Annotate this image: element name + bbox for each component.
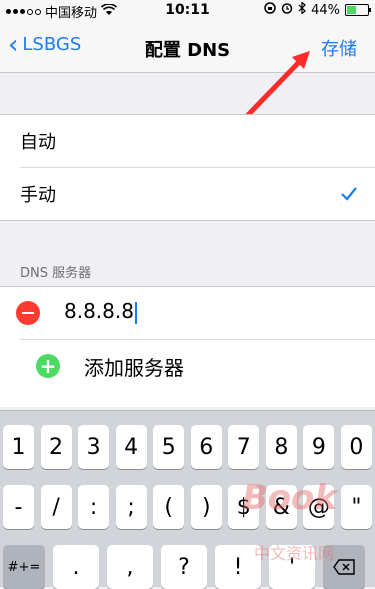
keyboard-key[interactable]: 0 [340,425,372,469]
keyboard-key[interactable]: 3 [78,425,110,469]
watermark-logo: Book [238,478,341,518]
add-server-label: 添加服务器 [84,356,184,380]
status-right: 44% [264,1,371,18]
keyboard-key[interactable]: 2 [40,425,72,469]
watermark-text: 中文资讯网 [254,544,335,563]
battery-fill [347,6,356,14]
keyboard-key[interactable]: ) [190,485,222,529]
battery-percent: 44% [311,2,340,18]
keyboard-key[interactable]: - [3,485,34,529]
backspace-icon [333,559,355,575]
keyboard-key[interactable]: 1 [3,425,34,469]
annotation-arrow-icon [245,51,310,118]
symbols-toggle-key[interactable]: #+= [3,545,45,589]
battery-icon [345,4,371,16]
keyboard-key[interactable]: / [40,485,72,529]
dns-server-value: 8.8.8.8 [64,299,134,323]
keyboard-key[interactable]: : [78,485,110,529]
dns-mode-group: 自动 手动 [0,114,375,221]
keyboard-key[interactable]: " [340,485,372,529]
keyboard-key[interactable]: 4 [115,425,147,469]
mode-option-manual[interactable]: 手动 [20,167,375,220]
keyboard-key[interactable]: 6 [190,425,222,469]
keyboard-key[interactable]: 9 [303,425,335,469]
status-bar: 中国移动 10:11 44% [0,0,375,21]
keyboard-key[interactable]: 7 [228,425,260,469]
section-header-dns: DNS 服务器 [20,266,92,281]
keyboard-key[interactable]: ? [161,545,207,589]
rotation-lock-icon [264,2,276,18]
mode-option-label: 自动 [20,132,56,153]
keyboard-row-1: 1234567890 [3,425,372,469]
checkmark-icon [341,182,357,206]
dns-server-row[interactable]: 8.8.8.8 [0,287,375,339]
keyboard-key[interactable]: 5 [153,425,185,469]
mode-option-auto[interactable]: 自动 [0,115,375,167]
save-button[interactable]: 存储 [321,35,357,61]
keyboard-key[interactable]: 8 [265,425,297,469]
keyboard-key[interactable]: ( [153,485,185,529]
bluetooth-icon [298,1,306,18]
text-cursor [134,301,137,324]
dns-server-group: 8.8.8.8 + 添加服务器 [0,286,375,407]
keyboard-key[interactable]: , [107,545,153,589]
mode-option-label: 手动 [20,185,56,206]
dns-server-input[interactable]: 8.8.8.8 [64,299,137,324]
delete-server-icon[interactable] [16,301,40,325]
add-server-icon: + [36,354,60,378]
alarm-icon [281,2,293,18]
keyboard-key[interactable]: ; [115,485,147,529]
keyboard-key[interactable]: . [53,545,99,589]
add-server-row[interactable]: + 添加服务器 [20,339,375,392]
